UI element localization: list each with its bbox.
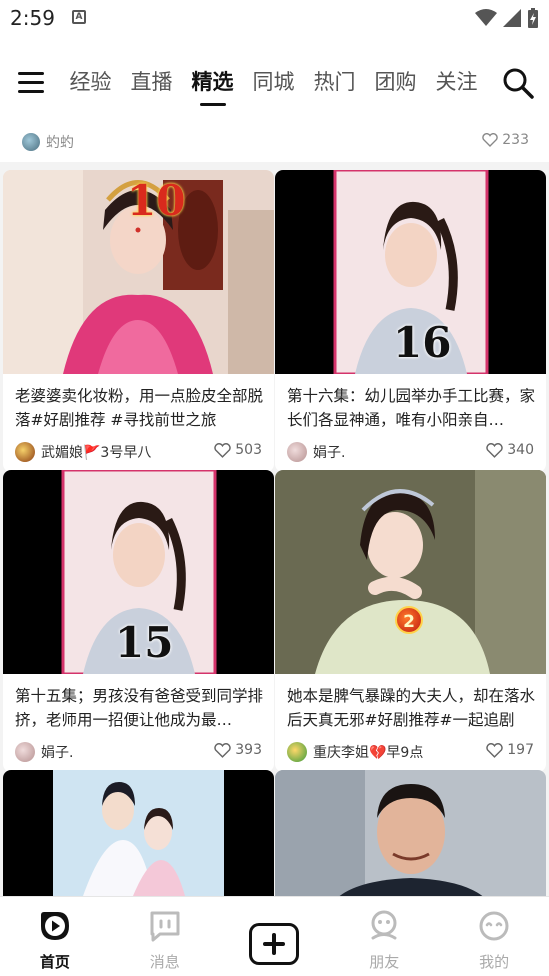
author-name: 重庆李姐💔早9点 <box>313 745 424 761</box>
author-name: 娟子. <box>313 445 346 461</box>
like-count: 233 <box>502 132 529 148</box>
nav-home-label: 首页 <box>39 953 70 971</box>
wifi-icon <box>475 9 497 26</box>
card-title: 老婆婆卖化妆粉，用一点脸皮全部脱落#好剧推荐 #寻找前世之旅 <box>15 387 264 429</box>
card-author[interactable]: 武媚娘🚩3号早八 <box>15 442 151 462</box>
tab-zhibo[interactable]: 直播 <box>121 66 182 106</box>
video-card[interactable] <box>3 770 274 896</box>
nav-messages[interactable]: 消息 <box>110 897 220 976</box>
heart-icon <box>486 742 503 758</box>
add-icon <box>249 923 300 965</box>
video-card[interactable]: 15 第十五集；男孩没有爸爸受到同学排挤，老师用一招便让他成为最… 娟子. 39… <box>3 470 274 772</box>
heart-icon <box>214 442 231 458</box>
like-button[interactable]: 197 <box>486 742 534 758</box>
like-button[interactable]: 233 <box>482 132 529 148</box>
tab-jingyan[interactable]: 经验 <box>60 66 121 106</box>
like-button[interactable]: 503 <box>214 442 262 458</box>
top-nav: 经验 直播 精选 同城 热门 团购 关注 <box>0 38 549 122</box>
nav-friends[interactable]: 朋友 <box>329 897 439 976</box>
nav-messages-label: 消息 <box>149 953 180 971</box>
search-icon[interactable] <box>501 66 535 100</box>
avatar <box>15 442 35 462</box>
episode-badge: 15 <box>115 618 174 667</box>
status-icons <box>475 8 539 28</box>
episode-badge: 16 <box>393 318 452 367</box>
nav-profile[interactable]: 我的 <box>439 897 549 976</box>
tab-guanzhu[interactable]: 关注 <box>426 66 487 106</box>
video-card[interactable]: 16 第十六集：幼儿园举办手工比赛，家长们各显神通，唯有小阳亲自… 娟子. 34… <box>275 170 546 472</box>
message-icon <box>150 911 180 942</box>
notification-icon: A <box>72 10 86 24</box>
partial-author[interactable]: 虳虳 <box>22 132 74 152</box>
video-thumbnail[interactable] <box>3 770 274 896</box>
avatar <box>15 742 35 762</box>
card-meta: 娟子. 340 <box>275 432 546 472</box>
like-count: 393 <box>235 742 262 758</box>
author-name: 虳虳 <box>46 135 74 151</box>
friends-icon <box>371 910 397 940</box>
video-card[interactable] <box>275 770 546 896</box>
video-thumbnail[interactable]: 15 <box>3 470 274 674</box>
nav-home[interactable]: 首页 <box>0 897 110 976</box>
nav-friends-label: 朋友 <box>369 953 400 971</box>
author-name: 武媚娘🚩3号早八 <box>41 445 152 461</box>
card-meta: 武媚娘🚩3号早八 503 <box>3 432 274 472</box>
nav-profile-label: 我的 <box>479 953 510 971</box>
card-meta: 娟子. 393 <box>3 732 274 772</box>
card-title: 第十六集：幼儿园举办手工比赛，家长们各显神通，唯有小阳亲自… <box>287 387 536 429</box>
tab-tongcheng[interactable]: 同城 <box>243 66 304 106</box>
thumbnail-image <box>275 470 546 674</box>
like-button[interactable]: 340 <box>486 442 534 458</box>
menu-icon[interactable] <box>18 72 44 93</box>
video-card[interactable]: 2 她本是脾气暴躁的大夫人，却在落水后天真无邪#好剧推荐#一起追剧 重庆李姐💔早… <box>275 470 546 772</box>
avatar <box>22 133 40 151</box>
video-thumbnail[interactable]: 16 <box>275 170 546 374</box>
video-thumbnail[interactable] <box>275 770 546 896</box>
heart-icon <box>214 742 231 758</box>
card-author[interactable]: 娟子. <box>287 442 345 462</box>
profile-face-icon <box>479 911 509 941</box>
thumbnail-image <box>275 770 546 896</box>
video-feed: 虳虳 233 10 老婆婆卖化妆粉，用一点脸皮全部脱落#好剧推荐 #寻找前世之旅… <box>0 122 549 896</box>
home-play-icon <box>40 912 69 940</box>
like-count: 503 <box>235 442 262 458</box>
card-title: 第十五集；男孩没有爸爸受到同学排挤，老师用一招便让他成为最… <box>15 687 264 729</box>
author-name: 娟子. <box>41 745 74 761</box>
video-thumbnail[interactable]: 10 <box>3 170 274 374</box>
video-card[interactable]: 10 老婆婆卖化妆粉，用一点脸皮全部脱落#好剧推荐 #寻找前世之旅 武媚娘🚩3号… <box>3 170 274 472</box>
tab-remen[interactable]: 热门 <box>304 66 365 106</box>
status-bar: 2:59 A <box>0 0 549 38</box>
app-screen: 2:59 A 经验 直播 精选 同城 热门 团购 关注 虳虳 233 10 老婆… <box>0 0 549 976</box>
tab-tuangou[interactable]: 团购 <box>365 66 426 106</box>
episode-badge: 10 <box>127 176 186 225</box>
nav-create[interactable] <box>220 897 330 976</box>
avatar <box>287 442 307 462</box>
card-meta: 重庆李姐💔早9点 197 <box>275 732 546 772</box>
like-count: 340 <box>507 442 534 458</box>
episode-badge: 2 <box>395 606 423 634</box>
category-tabs: 经验 直播 精选 同城 热门 团购 关注 <box>60 66 487 106</box>
thumbnail-image <box>3 770 274 896</box>
card-author[interactable]: 娟子. <box>15 742 73 762</box>
like-button[interactable]: 393 <box>214 742 262 758</box>
avatar <box>287 742 307 762</box>
signal-icon <box>503 9 521 27</box>
partial-card-footer[interactable]: 虳虳 233 <box>0 122 549 162</box>
battery-icon <box>528 8 538 28</box>
heart-icon <box>486 442 503 458</box>
card-author[interactable]: 重庆李姐💔早9点 <box>287 742 423 762</box>
status-time: 2:59 <box>10 6 55 30</box>
card-title: 她本是脾气暴躁的大夫人，却在落水后天真无邪#好剧推荐#一起追剧 <box>287 687 536 729</box>
video-thumbnail[interactable]: 2 <box>275 470 546 674</box>
tab-jingxuan[interactable]: 精选 <box>182 66 243 106</box>
like-count: 197 <box>507 742 534 758</box>
heart-icon <box>482 133 498 147</box>
bottom-nav: 首页 消息 朋友 我的 <box>0 896 549 976</box>
